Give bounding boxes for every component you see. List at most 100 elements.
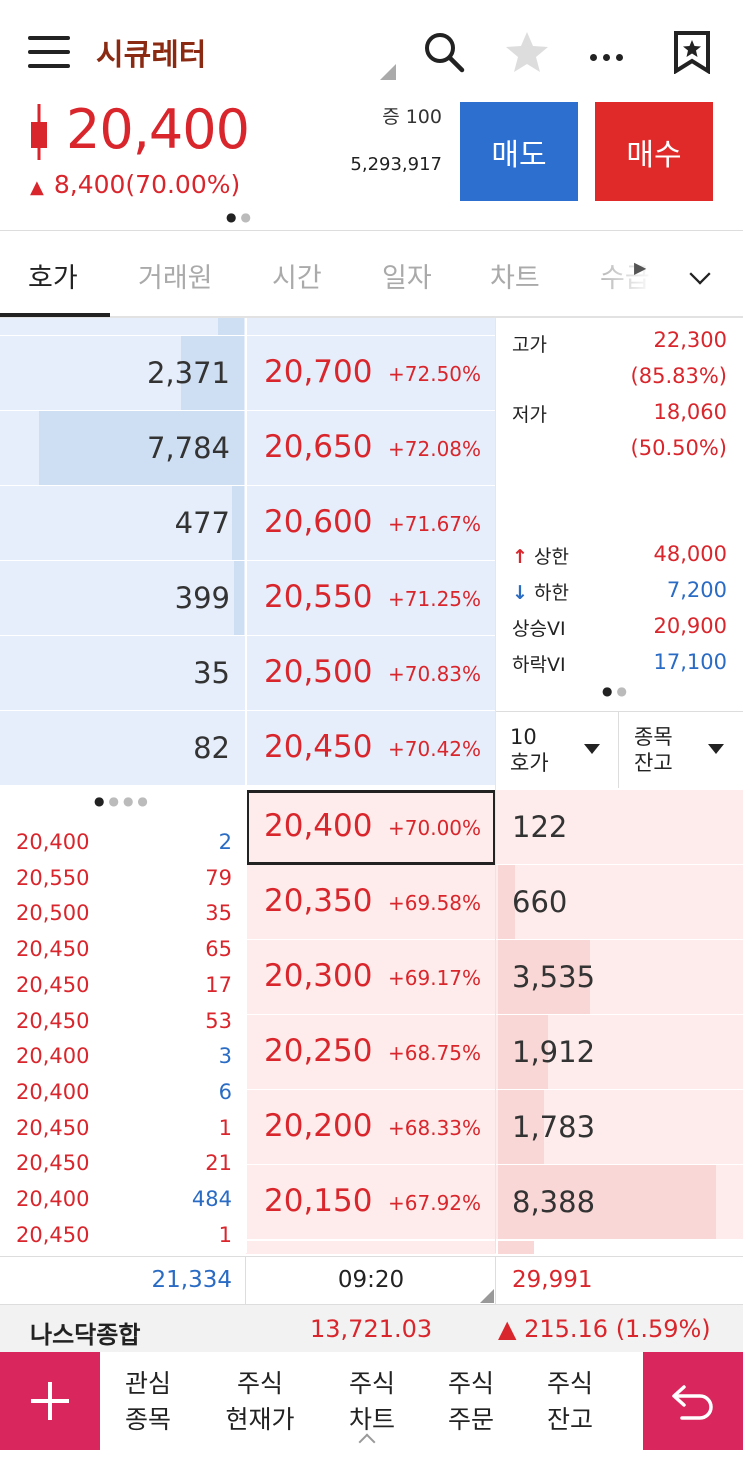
tick-price: 20,450 (16, 972, 90, 997)
nav-chart[interactable]: 주식 차트 (324, 1366, 420, 1438)
tab-daily[interactable]: 일자 (382, 256, 432, 295)
ask-pct: +71.67% (388, 512, 482, 536)
bid-pct: +68.33% (388, 1116, 482, 1140)
bid-price-row[interactable]: 20,300 +69.17% (246, 940, 496, 1015)
bookmark-star-icon[interactable] (672, 30, 712, 78)
bid-qty-row[interactable]: 3,535 (496, 940, 743, 1015)
tick-price: 20,450 (16, 1151, 90, 1176)
lower-limit-value: 7,200 (666, 578, 727, 602)
bid-price-row[interactable]: 20,250 +68.75% (246, 1015, 496, 1090)
index-name: 나스닥종합 (30, 1321, 141, 1349)
price-row-partial (246, 1241, 496, 1255)
buy-button[interactable]: 매수 (595, 102, 713, 201)
low-label: 저가 (512, 404, 547, 426)
bid-price: 20,250 (264, 1033, 373, 1069)
corner-triangle-icon (480, 1289, 494, 1303)
bid-qty: 3,535 (512, 960, 596, 994)
tick-price: 20,400 (16, 1187, 90, 1211)
tab-scroll-arrow-icon[interactable]: ▶ (634, 258, 646, 277)
tick-qty: 17 (205, 972, 232, 997)
trade-ticks: ●●●● 20,400 2 20,550 79 20,500 35 20,450 65 20,4… (0, 790, 246, 1253)
tick-row: 20,450 1 (0, 1223, 246, 1259)
ask-price-row[interactable]: 20,650 +72.08% (246, 411, 496, 486)
ask-price: 20,650 (264, 429, 373, 465)
ask-qty: 2,371 (146, 356, 230, 390)
ask-price-row[interactable]: 20,550 +71.25% (246, 561, 496, 636)
sell-button[interactable]: 매도 (460, 102, 578, 201)
tick-qty: 3 (218, 1044, 232, 1069)
ask-qty-row[interactable]: 35 (0, 636, 246, 711)
ask-qty-row[interactable]: 477 (0, 486, 246, 561)
dropdown-icon[interactable] (708, 744, 724, 754)
add-icon[interactable] (0, 1352, 100, 1450)
tick-price: 20,400 (16, 830, 90, 854)
index-ticker[interactable]: 나스닥종합 13,721.03 ▲ 215.16 (1.59%) (0, 1304, 743, 1352)
bid-qty-row[interactable]: 122 (496, 790, 743, 865)
bid-price: 20,150 (264, 1183, 373, 1219)
index-change: ▲ 215.16 (1.59%) (498, 1315, 711, 1343)
bid-qty-row[interactable]: 660 (496, 865, 743, 940)
tick-qty: 53 (205, 1008, 232, 1033)
tick-qty: 2 (218, 830, 232, 854)
ask-qty-row[interactable]: 2,371 (0, 336, 246, 411)
stock-title[interactable]: 시큐레터 (96, 30, 206, 74)
tab-brokers[interactable]: 거래원 (138, 256, 213, 295)
low-pct: (50.50%) (630, 436, 727, 460)
bid-row-partial (496, 1241, 743, 1255)
bid-qty: 660 (512, 885, 568, 919)
tick-price: 20,550 (16, 865, 90, 890)
ask-qty-row[interactable]: 7,784 (0, 411, 246, 486)
ask-qty: 7,784 (146, 431, 230, 465)
selector-row: 10 호가 종목 잔고 (496, 711, 743, 788)
more-icon[interactable] (590, 46, 629, 65)
ask-price: 20,550 (264, 579, 373, 615)
holdings-selector[interactable]: 종목 잔고 (634, 724, 673, 776)
divider (245, 318, 247, 1253)
ask-pct: +71.25% (388, 587, 482, 611)
tab-orderbook[interactable]: 호가 (28, 256, 78, 295)
ask-price: 20,450 (264, 729, 373, 765)
ask-qty-row[interactable]: 399 (0, 561, 246, 636)
nav-watchlist[interactable]: 관심 종목 (100, 1366, 196, 1438)
bid-qty-row[interactable]: 1,912 (496, 1015, 743, 1090)
tick-row: 20,400 484 (0, 1187, 246, 1223)
bid-qty-row[interactable]: 8,388 (496, 1165, 743, 1240)
bid-price-row[interactable]: 20,200 +68.33% (246, 1090, 496, 1165)
tab-chart[interactable]: 차트 (490, 256, 540, 295)
nav-balance[interactable]: 주식 잔고 (522, 1366, 618, 1438)
search-icon[interactable] (422, 30, 466, 78)
back-icon[interactable] (643, 1352, 743, 1450)
price-change: ▲ 8,400(70.00%) (30, 170, 241, 199)
tick-price: 20,500 (16, 901, 90, 926)
bid-price: 20,300 (264, 958, 373, 994)
tick-price: 20,450 (16, 1008, 90, 1033)
dropdown-icon[interactable] (584, 744, 600, 754)
bid-pct: +67.92% (388, 1191, 482, 1215)
star-icon[interactable] (504, 30, 550, 78)
menu-icon[interactable] (28, 36, 70, 68)
up-arrow-icon: ↑ (512, 546, 528, 568)
nav-order[interactable]: 주식 주문 (423, 1366, 519, 1438)
tick-row: 20,550 79 (0, 866, 246, 902)
corner-triangle-icon (380, 64, 396, 80)
ask-price-row[interactable]: 20,700 +72.50% (246, 336, 496, 411)
nav-current-price[interactable]: 주식 현재가 (212, 1366, 308, 1438)
ask-price-row[interactable]: 20,500 +70.83% (246, 636, 496, 711)
tick-row: 20,450 17 (0, 973, 246, 1009)
depth-selector[interactable]: 10 호가 (510, 724, 549, 776)
tick-row: 20,400 3 (0, 1044, 246, 1080)
ask-price: 20,700 (264, 354, 373, 390)
ask-price-row[interactable]: 20,450 +70.42% (246, 711, 496, 786)
bid-qty-row[interactable]: 1,783 (496, 1090, 743, 1165)
vi-up-value: 20,900 (653, 614, 727, 638)
bid-price-row[interactable]: 20,150 +67.92% (246, 1165, 496, 1240)
bid-price-row[interactable]: 20,350 +69.58% (246, 865, 496, 940)
high-pct: (85.83%) (630, 364, 727, 388)
ask-qty-row[interactable]: 82 (0, 711, 246, 786)
tick-qty: 484 (191, 1187, 232, 1211)
ask-price-row[interactable]: 20,600 +71.67% (246, 486, 496, 561)
tick-qty: 35 (205, 901, 232, 926)
current-price-row[interactable]: 20,400 +70.00% (246, 790, 496, 865)
tick-qty: 65 (205, 937, 232, 962)
tab-time[interactable]: 시간 (272, 256, 322, 295)
